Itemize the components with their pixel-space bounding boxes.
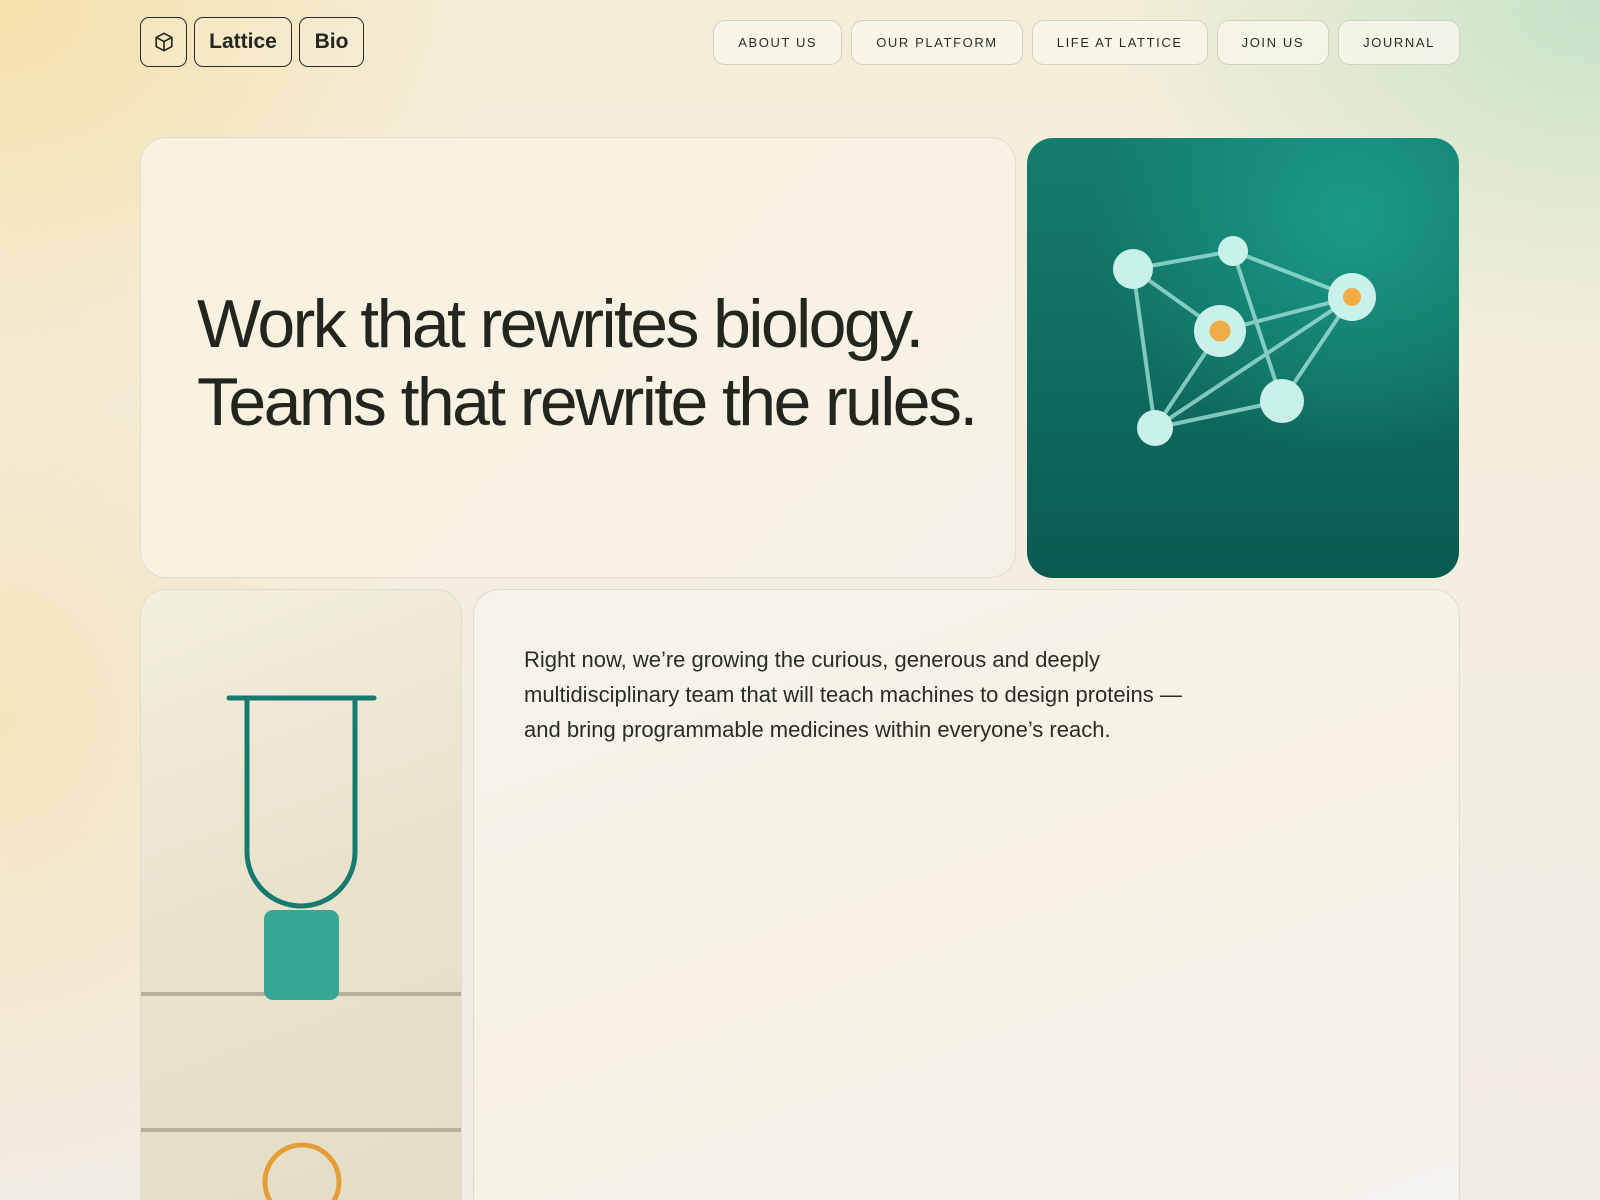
cube-icon[interactable] bbox=[140, 17, 187, 67]
hero-line-2: Teams that rewrite the rules. bbox=[197, 364, 978, 440]
hero-card: Work that rewrites biology. Teams that r… bbox=[140, 137, 1016, 578]
molecule-card bbox=[1027, 138, 1459, 578]
nav-about-us[interactable]: ABOUT US bbox=[713, 20, 843, 65]
nav-life-at-lattice[interactable]: LIFE AT LATTICE bbox=[1031, 20, 1208, 65]
flask-illustration-card bbox=[140, 589, 462, 1200]
hero-headline: Work that rewrites biology. Teams that r… bbox=[197, 285, 978, 441]
brand-word-bio[interactable]: Bio bbox=[299, 17, 364, 67]
intro-paragraph: Right now, we’re growing the curious, ge… bbox=[524, 647, 1182, 742]
brand-word-lattice[interactable]: Lattice bbox=[194, 17, 292, 67]
nav-journal[interactable]: JOURNAL bbox=[1338, 20, 1460, 65]
nav-our-platform[interactable]: OUR PLATFORM bbox=[851, 20, 1023, 65]
brand-logo[interactable]: Lattice Bio bbox=[140, 17, 364, 67]
main-nav: ABOUT US OUR PLATFORM LIFE AT LATTICE JO… bbox=[713, 20, 1460, 65]
test-tube-icon bbox=[141, 695, 461, 1200]
nav-join-us[interactable]: JOIN US bbox=[1216, 20, 1330, 65]
hero-line-1: Work that rewrites biology. bbox=[197, 286, 924, 362]
molecule-network-icon bbox=[1113, 236, 1376, 446]
intro-card: Right now, we’re growing the curious, ge… bbox=[473, 589, 1460, 1200]
